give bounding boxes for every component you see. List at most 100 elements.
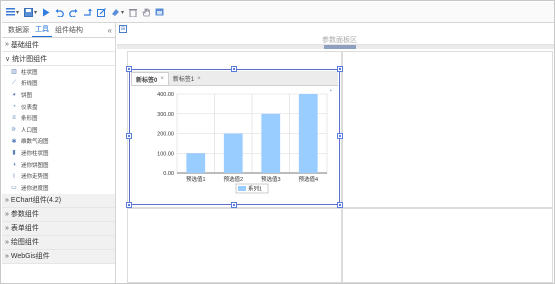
component-tabs: 新标签0 × 新标签1 ×: [131, 71, 338, 86]
resize-handle[interactable]: [126, 202, 132, 208]
resize-handle[interactable]: [126, 133, 132, 139]
tab-tools[interactable]: 工具: [32, 24, 52, 37]
app-window: 数据源 工具 组件结构 « » 基础组件 ∨ 统计图组件 ▥ 柱状图 ⟋ 折线图 ◕ 饼图…: [0, 0, 555, 284]
group-label: 绘图组件: [10, 239, 39, 247]
expand-arrow-icon: »: [5, 252, 9, 260]
resize-handle[interactable]: [231, 202, 237, 208]
component-tab-1[interactable]: 新标签1 ×: [169, 72, 205, 85]
resize-handle[interactable]: [126, 66, 132, 72]
group-label: EChart组件(4.2): [10, 197, 62, 205]
bar-chart-icon: ▥: [11, 69, 17, 76]
undo-icon[interactable]: [55, 5, 64, 19]
tab-label: 新标签0: [136, 77, 158, 84]
bar: [261, 113, 281, 173]
save-icon[interactable]: [24, 5, 37, 19]
group-4[interactable]: » WebGis组件: [2, 249, 115, 264]
group-label: WebGis组件: [10, 253, 50, 261]
chart-item-list: ▥ 柱状图 ⟋ 折线图 ◕ 饼图 ◔ 仪表盘 ≡ 条形图 ⊪ 人口图 ✱ 维数气泡图 ▮ 迷你柱状图 ◑ 迷你饼图…: [2, 66, 115, 194]
chart-item-gauge[interactable]: ◔ 仪表盘: [2, 101, 115, 113]
return-icon[interactable]: [83, 5, 93, 19]
population-chart-icon: ⊪: [11, 127, 17, 134]
toolbar: [2, 2, 554, 23]
legend-label: 系列1: [248, 185, 262, 193]
chart-item-mini-progress[interactable]: ▭ 迷你进度图: [2, 182, 115, 194]
group-list-bottom: » EChart组件(4.2)» 参数组件» 表单组件» 绘图组件» WebGis组件: [2, 193, 115, 264]
x-tick-label: 预选值2: [223, 175, 243, 183]
layout-toggle-button[interactable]: ⊞: [119, 25, 127, 33]
resize-handle[interactable]: [337, 133, 343, 139]
y-tick-label: 400.00: [157, 92, 174, 98]
resize-handle[interactable]: [337, 202, 343, 208]
horizontal-bar-icon: ≡: [12, 115, 16, 122]
chart-item-pie-chart[interactable]: ◕ 饼图: [2, 89, 115, 101]
chart-item-label: 仪表盘: [21, 104, 38, 111]
group-label: 统计图组件: [12, 55, 48, 63]
chart-item-label: 柱状图: [21, 69, 38, 76]
chart-item-bubble-chart[interactable]: ✱ 维数气泡图: [2, 136, 115, 148]
expand-arrow-icon: »: [5, 238, 9, 246]
group-stat-charts[interactable]: ∨ 统计图组件: [2, 52, 115, 66]
chart-item-label: 条形图: [21, 116, 38, 123]
redo-icon[interactable]: [69, 5, 78, 19]
group-label: 基础组件: [10, 41, 39, 49]
line-chart-icon: ⟋: [11, 79, 17, 86]
chart-item-label: 迷你进度图: [21, 185, 49, 192]
chart-item-population-chart[interactable]: ⊪ 人口图: [2, 124, 115, 136]
hand-icon[interactable]: [142, 5, 151, 19]
bar: [186, 153, 206, 173]
resize-handle[interactable]: [231, 66, 237, 72]
param-area-title: 参数面板区: [322, 37, 357, 44]
menu-icon[interactable]: [6, 5, 19, 19]
selected-chart-component[interactable]: 新标签0 × 新标签1 × ◔ 0.00 100.00 200.00 300.00 40…: [126, 66, 343, 208]
expand-arrow-icon: »: [5, 224, 9, 232]
group-basic[interactable]: » 基础组件: [2, 38, 115, 52]
bar-chart: 0.00 100.00 200.00 300.00 400.00 预选值1 预选值2 预选值3…: [157, 92, 328, 194]
collapse-arrow-icon: ∨: [5, 55, 11, 63]
expand-arrow-icon: »: [5, 41, 9, 48]
group-3[interactable]: » 绘图组件: [2, 235, 115, 250]
chart-item-mini-pie[interactable]: ◑ 迷你饼图图: [2, 159, 115, 171]
group-0[interactable]: » EChart组件(4.2): [2, 193, 115, 208]
chart-item-label: 迷你柱状图: [21, 150, 49, 157]
group-label: 参数组件: [10, 211, 39, 219]
group-2[interactable]: » 表单组件: [2, 221, 115, 236]
ruler: ⊞ 参数面板区: [117, 23, 554, 45]
param-area-strip: [117, 45, 554, 49]
sidebar: 数据源 工具 组件结构 « » 基础组件 ∨ 统计图组件 ▥ 柱状图 ⟋ 折线图 ◕ 饼图…: [2, 23, 116, 283]
y-tick-label: 100.00: [157, 151, 174, 157]
chart-item-bar-chart[interactable]: ▥ 柱状图: [2, 66, 115, 78]
legend-swatch: [238, 186, 246, 191]
chart-item-mini-bar[interactable]: ▮ 迷你柱状图: [2, 147, 115, 159]
chart-item-line-chart[interactable]: ⟋ 折线图: [2, 78, 115, 90]
layout-cell[interactable]: [127, 208, 342, 283]
chart-item-label: 维数气泡图: [21, 139, 49, 146]
param-area-handle[interactable]: [324, 45, 356, 49]
group-1[interactable]: » 参数组件: [2, 207, 115, 222]
chart-item-label: 迷你饼图图: [21, 162, 49, 169]
gauge-icon: ◔: [12, 103, 16, 110]
collapse-sidebar-button[interactable]: «: [108, 26, 112, 35]
close-icon[interactable]: ×: [197, 76, 201, 82]
chart-item-label: 饼图: [21, 92, 33, 99]
window-icon[interactable]: [155, 5, 164, 19]
component-tab-0[interactable]: 新标签0 ×: [131, 72, 169, 85]
layout-cell[interactable]: [342, 208, 553, 283]
chart-item-horizontal-bar[interactable]: ≡ 条形图: [2, 112, 115, 124]
sidebar-tabs: 数据源 工具 组件结构 «: [2, 23, 115, 38]
chart-item-mini-trend[interactable]: ⌇ 迷你走势图: [2, 170, 115, 182]
pie-chart-icon: ◕: [12, 91, 16, 98]
chart-item-label: 迷你走势图: [21, 174, 49, 181]
tab-structure[interactable]: 组件结构: [52, 25, 86, 37]
x-tick-label: 预选值3: [261, 175, 281, 183]
paint-icon[interactable]: [111, 5, 124, 19]
design-canvas[interactable]: ⊞ 参数面板区 新标签0 × 新标签1 × ◔ 0.00 100.00 200.00…: [117, 23, 554, 283]
tab-datasource[interactable]: 数据源: [5, 25, 32, 37]
delete-icon[interactable]: [129, 5, 138, 19]
resize-handle[interactable]: [337, 66, 343, 72]
edit-icon[interactable]: [97, 5, 106, 19]
layout-cell[interactable]: [342, 51, 553, 208]
close-icon[interactable]: ×: [160, 76, 164, 82]
mini-pie-icon: ◑: [12, 161, 16, 168]
mini-bar-icon: ▮: [12, 150, 16, 157]
play-icon[interactable]: [42, 5, 50, 19]
